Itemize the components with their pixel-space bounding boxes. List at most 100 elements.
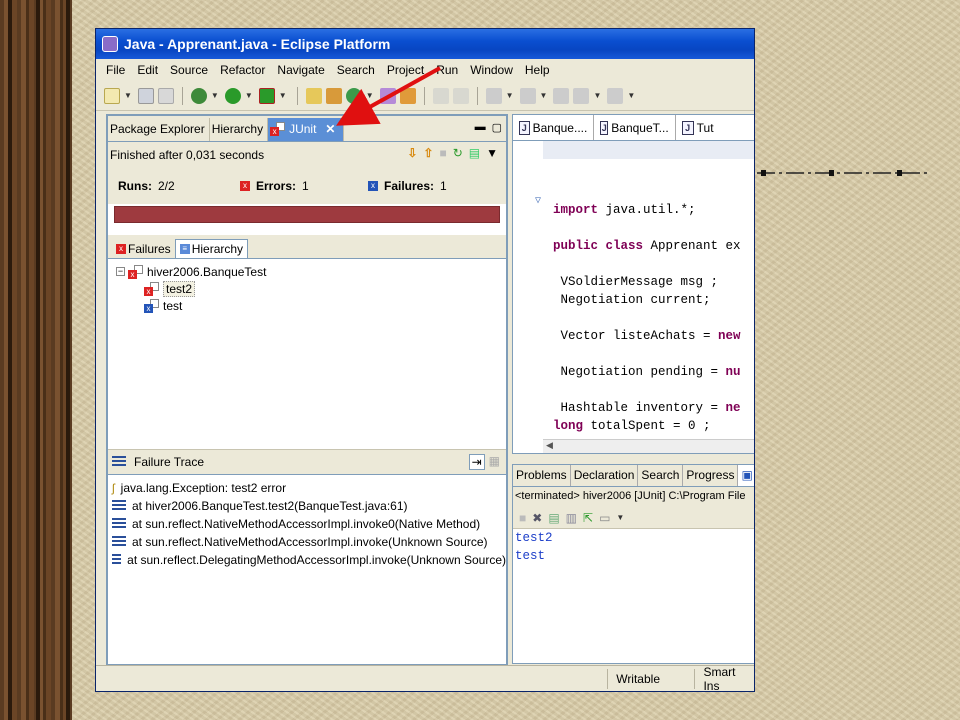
code-line: Negotiation current; [553,291,754,309]
tab-search[interactable]: Search [638,465,684,486]
tree-row-test[interactable]: x test [116,297,506,314]
code-line: long totalSpent = 0 ; [553,417,754,435]
stop-icon[interactable]: ■ [439,146,446,160]
trace-line[interactable]: at sun.reflect.NativeMethodAccessorImpl.… [112,533,506,551]
open-type-icon[interactable] [379,87,396,104]
filter-stack-icon[interactable]: ⇥ [468,454,485,470]
forward-icon[interactable] [607,87,624,104]
save-icon[interactable] [137,87,154,104]
history-icon[interactable]: ▤ [469,146,480,160]
junit-status-bar: Finished after 0,031 seconds ⇩ ⇧ ■ ↻ ▤ ▼ [108,142,506,168]
prev-annotation-icon[interactable] [519,87,536,104]
menu-search[interactable]: Search [331,63,381,77]
status-writable: Writable [607,668,694,689]
trace-line[interactable]: at sun.reflect.DelegatingMethodAccessorI… [112,551,506,569]
test-error-icon: x [144,281,160,296]
title-bar[interactable]: Java - Apprenant.java - Eclipse Platform [96,29,754,59]
scroll-left-icon[interactable]: ◀ [543,440,553,450]
editor-tab-tut[interactable]: J Tut [675,115,754,140]
bottom-view-tabs: Problems Declaration Search Progress ▣ C [513,465,754,487]
back-icon[interactable] [573,87,590,104]
print-icon[interactable] [157,87,174,104]
external-tools-icon[interactable] [258,87,275,104]
tab-progress[interactable]: Progress [683,465,739,486]
menu-bar: File Edit Source Refactor Navigate Searc… [96,59,754,81]
failures-tab-icon: x [116,244,126,254]
junit-subtabs: x Failures ≡ Hierarchy [108,235,506,259]
rerun-icon[interactable]: ↻ [453,146,463,160]
menu-project[interactable]: Project [381,63,430,77]
tree-row-root[interactable]: − x hiver2006.BanqueTest [116,263,506,280]
clear-console-icon[interactable]: ▥ [566,511,577,525]
compare-icon[interactable]: ▦ [489,454,500,470]
tab-console[interactable]: ▣ C [738,465,754,486]
new-package-icon[interactable] [305,87,322,104]
tab-junit[interactable]: x JUnit ✕ [268,118,345,141]
editor-tab-label: BanqueT... [611,120,669,135]
last-edit-icon[interactable] [553,87,570,104]
menu-source[interactable]: Source [164,63,214,77]
tab-test-hierarchy[interactable]: ≡ Hierarchy [174,239,249,258]
menu-refactor[interactable]: Refactor [214,63,271,77]
console-menu-icon[interactable]: ▼ [616,513,624,522]
menu-window[interactable]: Window [464,63,519,77]
stack-frame-icon [112,536,126,548]
trace-text: at sun.reflect.DelegatingMethodAccessorI… [127,553,506,567]
new-class-wizard-icon[interactable] [345,87,362,104]
menu-help[interactable]: Help [519,63,556,77]
trace-text: at sun.reflect.NativeMethodAccessorImpl.… [132,535,488,549]
code-text: Hashtable inventory = [553,401,726,415]
new-class-icon[interactable] [325,87,342,104]
code-text: Vector listeAchats = [553,329,719,343]
eclipse-icon [102,36,118,52]
tab-declaration[interactable]: Declaration [571,465,639,486]
editor-tab-banque[interactable]: J Banque.... [513,115,595,140]
menu-run[interactable]: Run [430,63,464,77]
code-text: java.util.*; [598,203,696,217]
horizontal-scrollbar[interactable]: ◀ [543,439,754,453]
tab-hierarchy[interactable]: Hierarchy [209,118,269,141]
pin-console-icon[interactable]: ⇱ [583,511,593,525]
console-view: Problems Declaration Search Progress ▣ C… [512,464,754,664]
search-icon[interactable] [399,87,416,104]
debug-icon[interactable] [190,87,207,104]
view-menu-icon[interactable]: ▼ [486,146,498,160]
decorative-line [757,170,927,176]
close-icon[interactable]: ✕ [325,122,335,136]
code-line: VSoldierMessage msg ; [553,273,754,291]
menu-edit[interactable]: Edit [131,63,164,77]
collapse-icon[interactable]: − [116,267,125,276]
tree-item-label: test2 [163,280,196,297]
editor-tab-banquetest[interactable]: J BanqueT... [594,115,676,140]
code-area[interactable]: ▽ import java.util.*; public class Appren… [513,159,754,453]
edit-icon[interactable] [432,87,449,104]
console-output[interactable]: test2 test [513,529,754,569]
trace-line[interactable]: at hiver2006.BanqueTest.test2(BanqueTest… [112,497,506,515]
next-failure-icon[interactable]: ⇩ [407,146,417,160]
stack-frame-icon [112,500,126,512]
copy-icon[interactable] [452,87,469,104]
trace-line[interactable]: ʃ java.lang.Exception: test2 error [112,479,506,497]
minimize-icon[interactable]: ▬ [475,121,486,134]
code-text: totalSpent = 0 ; [583,419,711,433]
new-icon[interactable] [104,87,120,104]
fold-icon[interactable]: ▽ [535,195,541,207]
run-icon[interactable] [224,87,241,104]
terminate-icon[interactable]: ■ [519,511,526,525]
display-console-icon[interactable]: ▭ [599,511,610,525]
scroll-lock-icon[interactable]: ▤ [548,511,559,525]
menu-navigate[interactable]: Navigate [271,63,330,77]
tree-row-test2[interactable]: x test2 [116,280,506,297]
prev-failure-icon[interactable]: ⇧ [423,146,433,160]
maximize-icon[interactable]: ▢ [492,121,502,134]
tab-package-explorer[interactable]: Package Explorer [108,118,210,141]
tab-problems[interactable]: Problems [513,465,571,486]
trace-line[interactable]: at sun.reflect.NativeMethodAccessorImpl.… [112,515,506,533]
tab-failures-label: Failures [128,242,171,256]
tab-failures[interactable]: x Failures [112,240,175,258]
remove-launches-icon[interactable]: ✖ [532,511,542,525]
java-editor: J Banque.... J BanqueT... J Tut ▽ import… [512,114,754,454]
next-annotation-icon[interactable] [485,87,502,104]
menu-file[interactable]: File [100,63,131,77]
